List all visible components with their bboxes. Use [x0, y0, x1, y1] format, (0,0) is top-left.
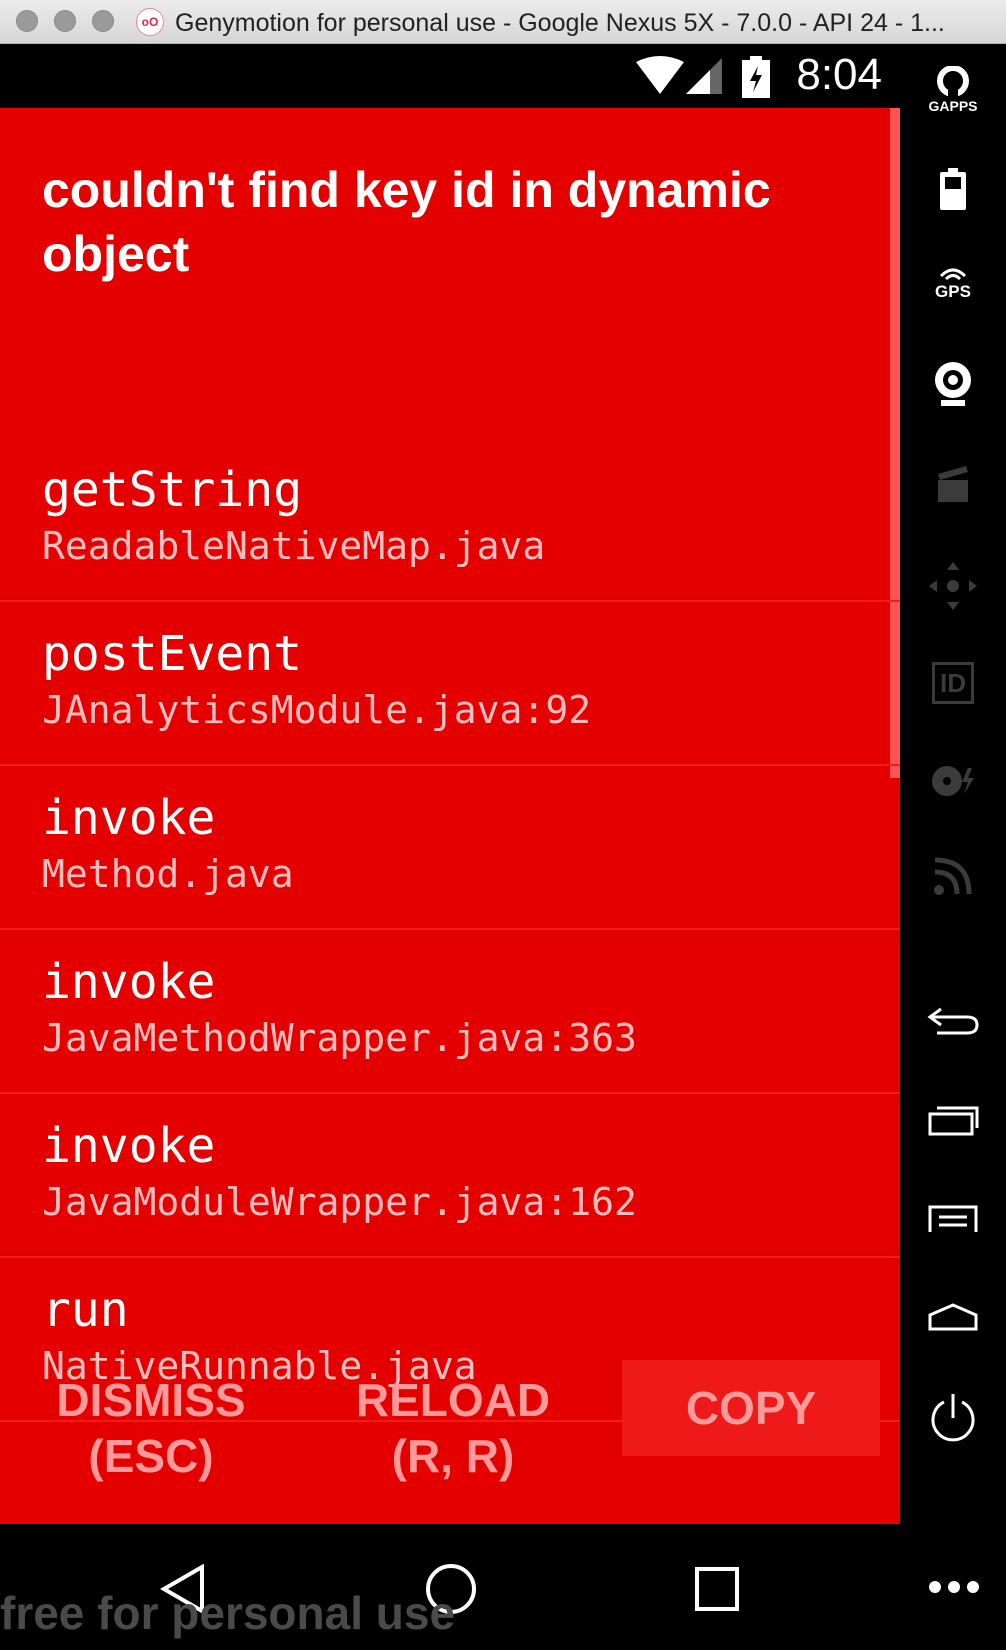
stack-frame[interactable]: invoke JavaModuleWrapper.java:162: [0, 1096, 900, 1258]
id-label: ID: [932, 662, 974, 704]
gapps-label: GAPPS: [928, 98, 978, 114]
reload-label: RELOAD: [355, 1374, 551, 1426]
dpad-icon[interactable]: [900, 562, 1006, 610]
zoom-window-button[interactable]: [92, 10, 114, 32]
redbox-error-screen: couldn't find key id in dynamic object g…: [0, 108, 900, 1524]
menu-icon[interactable]: [900, 1204, 1006, 1234]
power-icon[interactable]: [900, 1392, 1006, 1444]
frame-file: Method.java: [42, 852, 294, 896]
stack-frame[interactable]: postEvent JAnalyticsModule.java:92: [0, 604, 900, 766]
gps-label: GPS: [935, 282, 971, 301]
status-time: 8:04: [796, 50, 882, 99]
identifiers-icon[interactable]: ID: [900, 662, 1006, 704]
frame-method: getString: [42, 462, 303, 518]
recent-apps-icon[interactable]: [900, 1104, 1006, 1136]
watermark: free for personal use: [0, 1587, 456, 1639]
window-titlebar: oO Genymotion for personal use - Google …: [0, 0, 1006, 44]
signal-icon: [686, 58, 722, 94]
stack-frame[interactable]: invoke JavaMethodWrapper.java:363: [0, 932, 900, 1094]
battery-icon[interactable]: [900, 168, 1006, 210]
reload-button[interactable]: RELOAD (R, R): [322, 1372, 584, 1482]
home-icon[interactable]: [900, 1302, 1006, 1332]
close-window-button[interactable]: [16, 10, 38, 32]
frame-method: invoke: [42, 790, 216, 846]
frame-method: invoke: [42, 1118, 216, 1174]
status-bar: 8:04: [0, 44, 900, 108]
battery-charging-icon: [742, 56, 770, 98]
genymotion-toolbar: GAPPS GPS ID: [900, 44, 1006, 1524]
camera-icon[interactable]: [900, 360, 1006, 410]
frame-file: JavaMethodWrapper.java:363: [42, 1016, 637, 1060]
frame-method: invoke: [42, 954, 216, 1010]
error-title: couldn't find key id in dynamic object: [42, 162, 771, 282]
frame-method: run: [42, 1282, 129, 1338]
frame-file: JavaModuleWrapper.java:162: [42, 1180, 637, 1224]
wifi-icon: [636, 56, 684, 94]
stack-frame[interactable]: getString ReadableNativeMap.java: [0, 440, 900, 602]
frame-method: postEvent: [42, 626, 303, 682]
cast-icon[interactable]: [900, 856, 1006, 896]
copy-label: COPY: [685, 1382, 817, 1434]
gapps-icon[interactable]: GAPPS: [900, 66, 1006, 114]
copy-button[interactable]: COPY: [622, 1360, 880, 1456]
frame-file: ReadableNativeMap.java: [42, 524, 546, 568]
minimize-window-button[interactable]: [54, 10, 76, 32]
dismiss-shortcut: (ESC): [88, 1430, 214, 1482]
back-icon[interactable]: [900, 1006, 1006, 1036]
capture-icon[interactable]: [900, 464, 1006, 502]
stack-frame[interactable]: invoke Method.java: [0, 768, 900, 930]
reload-shortcut: (R, R): [391, 1430, 515, 1482]
window-title: Genymotion for personal use - Google Nex…: [175, 9, 945, 37]
genymotion-logo-icon: oO: [136, 8, 164, 36]
disk-icon[interactable]: [900, 764, 1006, 798]
dismiss-label: DISMISS: [56, 1374, 246, 1426]
dismiss-button[interactable]: DISMISS (ESC): [20, 1372, 282, 1482]
nav-recents-icon[interactable]: [694, 1566, 740, 1612]
frame-file: JAnalyticsModule.java:92: [42, 688, 592, 732]
gps-icon[interactable]: GPS: [900, 266, 1006, 302]
more-options-icon[interactable]: [928, 1580, 980, 1594]
